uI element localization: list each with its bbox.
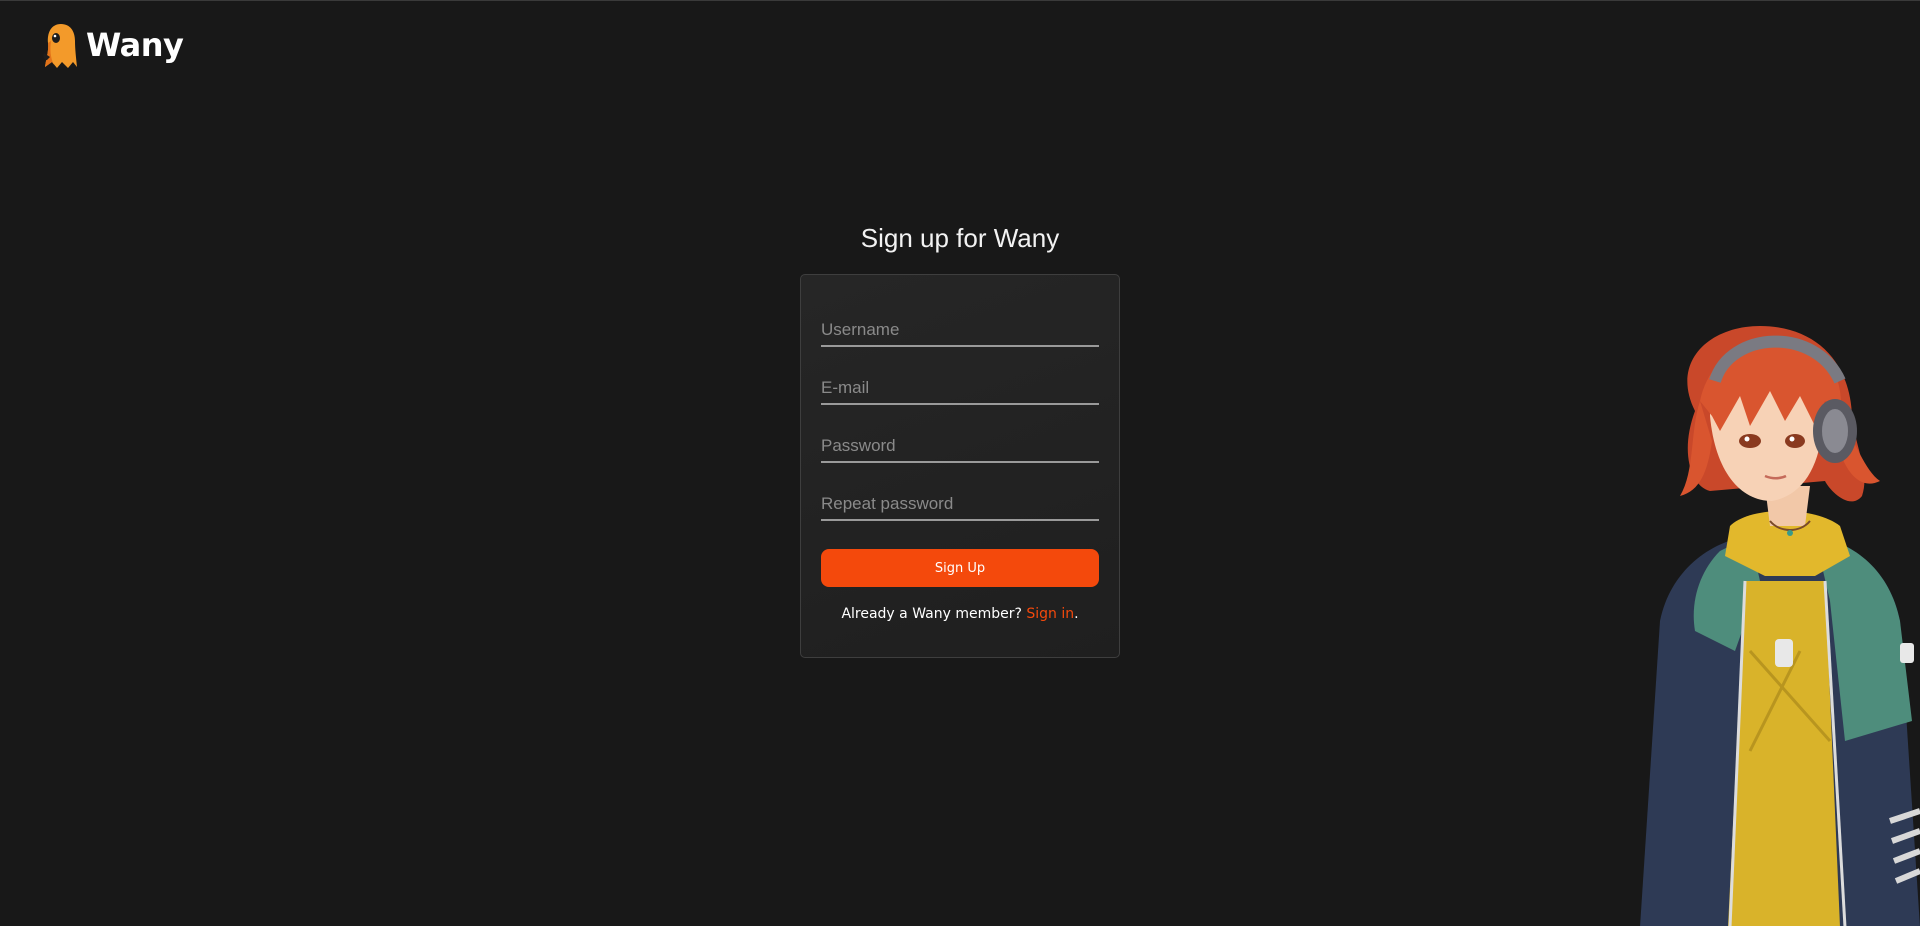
repeat-password-field[interactable]: [821, 491, 1099, 521]
anime-girl-headphones-illustration: [1640, 326, 1920, 926]
email-field[interactable]: [821, 375, 1099, 405]
page-title: Sign up for Wany: [860, 223, 1060, 253]
sign-in-link[interactable]: Sign in: [1026, 606, 1074, 622]
signin-prompt: Already a Wany member? Sign in.: [821, 606, 1099, 622]
brand-name: Wany: [86, 26, 184, 64]
signup-form: Sign Up Already a Wany member? Sign in.: [800, 274, 1120, 658]
member-prompt-text: Already a Wany member?: [841, 606, 1027, 622]
brand-logo[interactable]: Wany: [42, 21, 184, 69]
username-field[interactable]: [821, 317, 1099, 347]
password-field[interactable]: [821, 433, 1099, 463]
ghost-mascot-icon: [43, 24, 77, 68]
page: Wany Sign up for Wany Sign Up Already a …: [0, 0, 1920, 926]
signin-suffix: .: [1074, 606, 1079, 622]
sign-up-button[interactable]: Sign Up: [821, 549, 1099, 587]
